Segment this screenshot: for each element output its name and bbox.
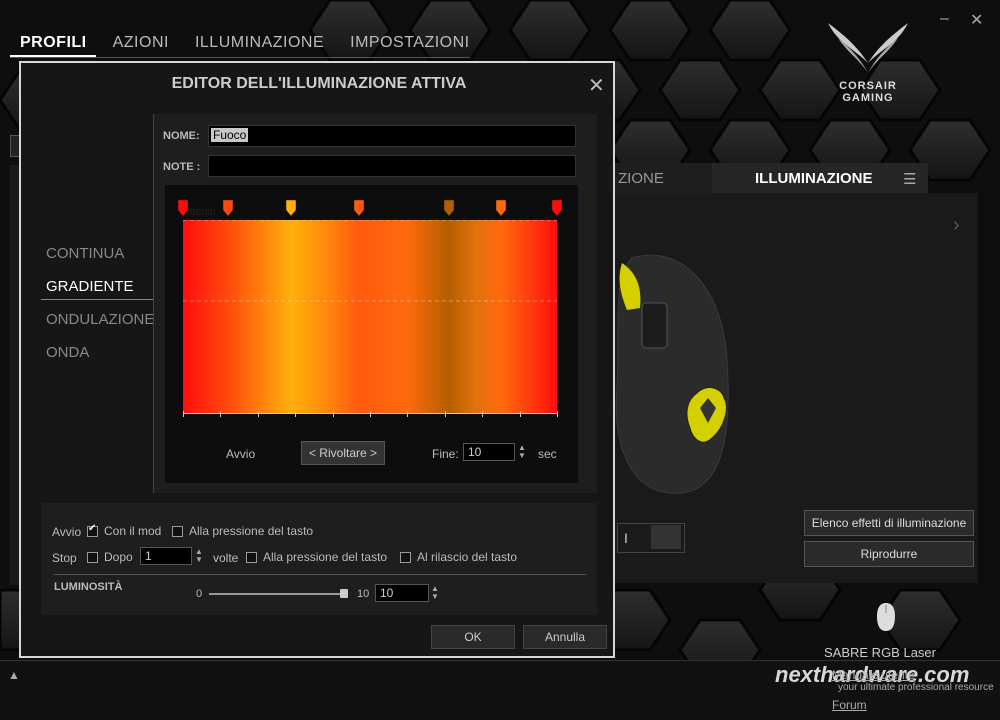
gradient-stop-marker[interactable] bbox=[222, 199, 234, 217]
cancel-button[interactable]: Annulla bbox=[523, 625, 607, 649]
dopo-count-stepper[interactable]: ▲ ▼ bbox=[195, 548, 203, 564]
active-menu-underline bbox=[41, 299, 153, 300]
brightness-min: 0 bbox=[196, 588, 203, 600]
axis-tick bbox=[332, 411, 334, 417]
end-time-input[interactable]: 10 bbox=[463, 443, 515, 461]
gradient-stop-marker[interactable] bbox=[495, 199, 507, 217]
tab-impostazioni[interactable]: IMPOSTAZIONI bbox=[350, 34, 469, 52]
tab-partial[interactable]: ZIONE bbox=[618, 170, 664, 187]
play-button[interactable]: Riprodurre bbox=[804, 541, 974, 567]
note-input[interactable] bbox=[208, 155, 576, 177]
user-manual-link[interactable]: Manuale utente bbox=[832, 668, 915, 682]
axis-tick bbox=[295, 411, 297, 417]
toggle-switch-knob[interactable] bbox=[651, 525, 681, 549]
avvio-option-label: Avvio bbox=[52, 525, 82, 539]
gradient-stop-marker[interactable] bbox=[286, 199, 297, 217]
gradient-stop-marker[interactable] bbox=[443, 199, 454, 217]
mouse-image bbox=[615, 254, 729, 494]
axis-tick bbox=[407, 411, 409, 417]
brightness-slider-knob[interactable] bbox=[340, 589, 348, 598]
dopo-checkbox[interactable] bbox=[87, 552, 98, 563]
end-label: Fine: bbox=[432, 447, 459, 461]
menu-icon[interactable]: ☰ bbox=[903, 170, 916, 188]
dialog-title: EDITOR DELL'ILLUMINAZIONE ATTIVA bbox=[171, 75, 467, 92]
minimize-button[interactable]: – bbox=[940, 10, 949, 28]
watermark-tagline: your ultimate professional resource bbox=[838, 682, 994, 693]
effects-list-button[interactable]: Elenco effetti di illuminazione bbox=[804, 510, 974, 536]
menu-item-continua[interactable]: CONTINUA bbox=[46, 245, 156, 278]
topnav-divider bbox=[10, 57, 470, 58]
dialog-close-button[interactable]: ✕ bbox=[588, 73, 605, 98]
menu-item-ondulazione[interactable]: ONDULAZIONE bbox=[46, 311, 156, 344]
alla-pressione-checkbox[interactable] bbox=[172, 526, 183, 537]
volte-label: volte bbox=[213, 551, 239, 565]
nome-label: NOME: bbox=[163, 130, 200, 142]
brightness-label: LUMINOSITÀ bbox=[54, 581, 123, 593]
mouse-device-icon[interactable] bbox=[876, 602, 896, 632]
axis-tick bbox=[557, 411, 558, 417]
tab-illuminazione-label: ILLUMINAZIONE bbox=[755, 170, 873, 187]
brightness-stepper[interactable]: ▲ ▼ bbox=[431, 585, 439, 601]
expand-up-icon[interactable]: ▲ bbox=[8, 668, 20, 682]
gradient-preview bbox=[183, 220, 557, 413]
active-tab-underline bbox=[10, 55, 96, 57]
brightness-max: 10 bbox=[357, 588, 370, 600]
tab-illuminazione[interactable]: ILLUMINAZIONE bbox=[195, 34, 324, 52]
ok-button[interactable]: OK bbox=[431, 625, 515, 649]
start-label: Avvio bbox=[226, 447, 256, 461]
effect-type-menu: CONTINUA GRADIENTE ONDULAZIONE ONDA bbox=[46, 245, 156, 377]
stop-pressione-checkbox[interactable] bbox=[246, 552, 257, 563]
axis-tick bbox=[257, 411, 259, 417]
lighting-editor-dialog: EDITOR DELL'ILLUMINAZIONE ATTIVA ✕ CONTI… bbox=[19, 61, 615, 658]
con-il-mod-label: Con il mod bbox=[104, 524, 162, 538]
gradient-stop-marker[interactable] bbox=[177, 199, 189, 217]
logo-text-gaming: GAMING bbox=[842, 92, 894, 104]
axis-tick bbox=[519, 411, 521, 417]
gradient-stop-marker[interactable] bbox=[353, 199, 365, 217]
corsair-logo: CORSAIR GAMING bbox=[818, 18, 918, 108]
options-divider bbox=[54, 574, 586, 575]
chevron-right-icon[interactable]: › bbox=[953, 214, 960, 237]
close-window-button[interactable]: ✕ bbox=[970, 10, 983, 30]
alla-pressione-label: Alla pressione del tasto bbox=[189, 524, 314, 538]
brightness-input[interactable]: 10 bbox=[375, 584, 429, 602]
toggle-switch-label: I bbox=[624, 530, 628, 546]
stop-label: Stop bbox=[52, 551, 77, 565]
forum-link[interactable]: Forum bbox=[832, 698, 867, 712]
al-rilascio-label: Al rilascio del tasto bbox=[417, 550, 518, 564]
gradient-stop-marker[interactable] bbox=[551, 199, 563, 217]
stop-pressione-label: Alla pressione del tasto bbox=[263, 550, 388, 564]
al-rilascio-checkbox[interactable] bbox=[400, 552, 411, 563]
dopo-label: Dopo bbox=[104, 550, 133, 564]
axis-tick bbox=[220, 411, 222, 417]
note-label: NOTE : bbox=[163, 161, 201, 173]
menu-item-gradiente[interactable]: GRADIENTE bbox=[46, 278, 156, 311]
axis-tick bbox=[444, 411, 446, 417]
tab-azioni[interactable]: AZIONI bbox=[113, 34, 169, 52]
corsair-sails-icon bbox=[828, 23, 908, 73]
logo-text-corsair: CORSAIR bbox=[839, 80, 897, 92]
nome-input[interactable]: Fuoco bbox=[208, 125, 576, 147]
axis-tick bbox=[183, 411, 184, 417]
reverse-button[interactable]: < Rivoltare > bbox=[301, 441, 385, 465]
nome-value: Fuoco bbox=[211, 128, 249, 142]
brightness-slider-track[interactable] bbox=[209, 593, 347, 595]
end-time-stepper[interactable]: ▲ ▼ bbox=[518, 444, 526, 460]
axis-tick bbox=[482, 411, 484, 417]
axis-tick bbox=[370, 411, 371, 417]
seconds-label: sec bbox=[538, 447, 557, 461]
dopo-count-input[interactable]: 1 bbox=[140, 547, 192, 565]
checkmark-icon: ✔ bbox=[88, 523, 97, 534]
tab-profili[interactable]: PROFILI bbox=[20, 34, 87, 52]
device-name: SABRE RGB Laser bbox=[824, 645, 936, 660]
top-navigation: PROFILI AZIONI ILLUMINAZIONE IMPOSTAZION… bbox=[20, 34, 470, 52]
menu-item-onda[interactable]: ONDA bbox=[46, 344, 156, 377]
